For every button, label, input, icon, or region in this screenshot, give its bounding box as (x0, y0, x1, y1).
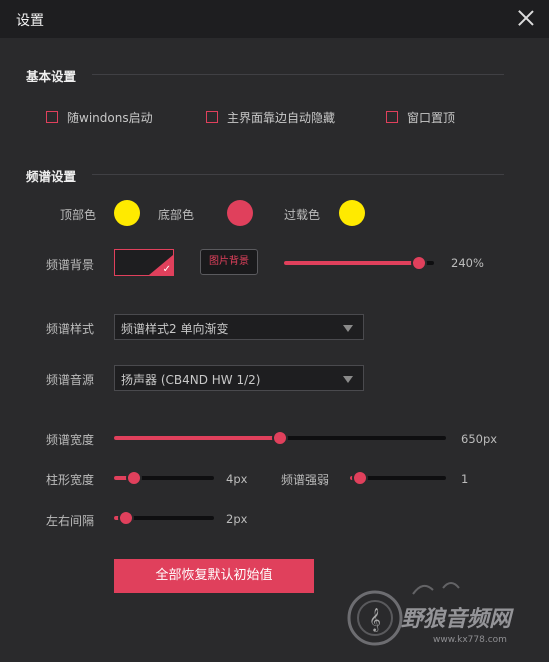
bar-width-value: 4px (226, 472, 248, 486)
image-background-button[interactable]: 图片背景 (200, 249, 258, 275)
checkbox-label: 主界面靠边自动隐藏 (227, 110, 336, 125)
slider-thumb[interactable] (272, 430, 288, 446)
window-title: 设置 (16, 13, 44, 29)
spectrum-style-select[interactable]: 频谱样式2 单向渐变 (114, 314, 364, 340)
reset-defaults-button[interactable]: 全部恢复默认初始值 (114, 559, 314, 593)
spectrum-strength-label: 频谱强弱 (281, 473, 330, 487)
background-opacity-value: 240% (451, 256, 484, 270)
basic-settings-title: 基本设置 (26, 69, 77, 84)
watermark-logo: 𝄞 野狼音频网 www.kx778.com (347, 582, 514, 646)
bottom-color-swatch[interactable] (227, 200, 253, 226)
check-icon: ✓ (162, 264, 171, 275)
slider-thumb[interactable] (352, 470, 368, 486)
checkbox-autostart[interactable]: 随windons启动 (46, 108, 153, 126)
close-icon[interactable] (515, 7, 537, 29)
checkbox-always-on-top[interactable]: 窗口置顶 (386, 108, 455, 126)
checkbox-label: 随windons启动 (67, 110, 153, 125)
top-color-label: 顶部色 (60, 208, 97, 222)
spacing-value: 2px (226, 512, 248, 526)
overload-color-swatch[interactable] (339, 200, 365, 226)
spectrum-source-label: 频谱音源 (46, 373, 95, 387)
checkbox-box[interactable] (46, 111, 58, 123)
checkbox-box[interactable] (386, 111, 398, 123)
svg-text:www.kx778.com: www.kx778.com (433, 635, 507, 645)
spectrum-strength-slider[interactable] (350, 470, 446, 486)
select-value: 频谱样式2 单向渐变 (121, 322, 229, 336)
bar-width-label: 柱形宽度 (46, 473, 95, 487)
slider-fill (114, 436, 280, 440)
svg-text:𝄞: 𝄞 (369, 607, 381, 632)
checkbox-auto-hide[interactable]: 主界面靠边自动隐藏 (206, 108, 335, 126)
background-color-swatch[interactable]: ✓ (114, 249, 174, 276)
spectrum-style-label: 频谱样式 (46, 322, 95, 336)
bar-width-slider[interactable] (114, 470, 214, 486)
spectrum-width-value: 650px (461, 432, 498, 446)
spectrum-strength-value: 1 (461, 472, 469, 486)
slider-fill (284, 261, 419, 265)
slider-thumb[interactable] (411, 255, 427, 271)
dropdown-arrow-icon (343, 325, 353, 332)
top-color-swatch[interactable] (114, 200, 140, 226)
section-divider (92, 74, 504, 75)
checkbox-box[interactable] (206, 111, 218, 123)
spacing-label: 左右间隔 (46, 514, 95, 528)
dropdown-arrow-icon (343, 376, 353, 383)
svg-text:野狼音频网: 野狼音频网 (401, 606, 514, 632)
overload-color-label: 过载色 (284, 208, 321, 222)
section-divider (92, 174, 504, 175)
checkbox-label: 窗口置顶 (407, 110, 456, 125)
spectrum-settings-title: 频谱设置 (26, 169, 77, 184)
spectrum-source-select[interactable]: 扬声器 (CB4ND HW 1/2) (114, 365, 364, 391)
spacing-slider[interactable] (114, 510, 214, 526)
spectrum-width-label: 频谱宽度 (46, 433, 95, 447)
background-opacity-slider[interactable] (284, 255, 434, 271)
select-value: 扬声器 (CB4ND HW 1/2) (121, 373, 261, 387)
title-bar: 设置 (0, 0, 549, 38)
slider-thumb[interactable] (118, 510, 134, 526)
spectrum-width-slider[interactable] (114, 430, 446, 446)
spectrum-background-label: 频谱背景 (46, 258, 95, 272)
bottom-color-label: 底部色 (158, 208, 195, 222)
slider-thumb[interactable] (126, 470, 142, 486)
